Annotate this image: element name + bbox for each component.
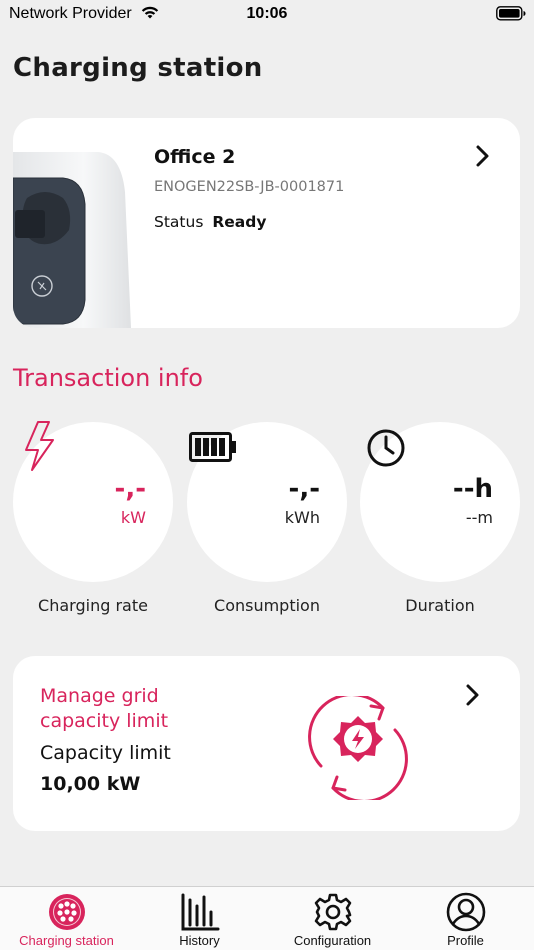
- tab-label: Configuration: [293, 933, 372, 948]
- station-serial: ENOGEN22SB-JB-0001871: [154, 179, 345, 195]
- consumption-label: Consumption: [214, 596, 320, 615]
- charging-rate-value: -,-: [114, 474, 146, 504]
- battery-icon: [189, 432, 236, 462]
- duration-unit: --m: [465, 508, 493, 527]
- capacity-limit-value: 10,00 kW: [40, 773, 141, 795]
- chevron-right-icon[interactable]: [465, 683, 481, 707]
- station-name: Office 2: [154, 146, 236, 168]
- consumption-unit: kWh: [284, 508, 320, 527]
- station-status: Status Ready: [154, 213, 266, 231]
- status-label: Status: [154, 213, 204, 231]
- charging-rate-label: Charging rate: [38, 596, 148, 615]
- grid-capacity-icon: [308, 696, 408, 800]
- clock-icon: [367, 429, 405, 467]
- gear-icon: [314, 893, 351, 931]
- page-title: Charging station: [13, 53, 263, 83]
- tab-profile[interactable]: Profile: [399, 887, 532, 950]
- status-value: Ready: [212, 213, 267, 231]
- tab-charging-station[interactable]: Charging station: [0, 887, 133, 950]
- tab-configuration[interactable]: Configuration: [266, 887, 399, 950]
- grid-capacity-card[interactable]: Manage grid capacity limit Capacity limi…: [13, 656, 520, 831]
- charging-rate-unit: kW: [120, 508, 146, 527]
- lightning-icon: [25, 421, 54, 471]
- charging-plug-icon: [48, 894, 85, 930]
- tab-label: Charging station: [19, 933, 114, 948]
- status-bar: Network Provider 10:06: [0, 0, 534, 28]
- grid-capacity-title: Manage grid capacity limit: [40, 685, 169, 732]
- tab-bar: Charging station History Configuration P…: [0, 886, 534, 950]
- bar-chart-icon: [181, 893, 219, 931]
- tab-history[interactable]: History: [133, 887, 266, 950]
- charger-device-image: [13, 152, 131, 328]
- duration-value: --h: [452, 474, 493, 504]
- battery-status-icon: [496, 6, 526, 21]
- chevron-right-icon[interactable]: [475, 144, 491, 168]
- user-icon: [446, 892, 485, 932]
- consumption-value: -,-: [288, 474, 320, 504]
- clock-time: 10:06: [246, 5, 288, 22]
- transaction-info-title: Transaction info: [13, 364, 203, 392]
- station-card[interactable]: Office 2 ENOGEN22SB-JB-0001871 Status Re…: [13, 118, 520, 328]
- tab-label: History: [179, 933, 220, 948]
- capacity-limit-label: Capacity limit: [40, 742, 171, 764]
- duration-label: Duration: [405, 596, 475, 615]
- tab-label: Profile: [447, 933, 484, 948]
